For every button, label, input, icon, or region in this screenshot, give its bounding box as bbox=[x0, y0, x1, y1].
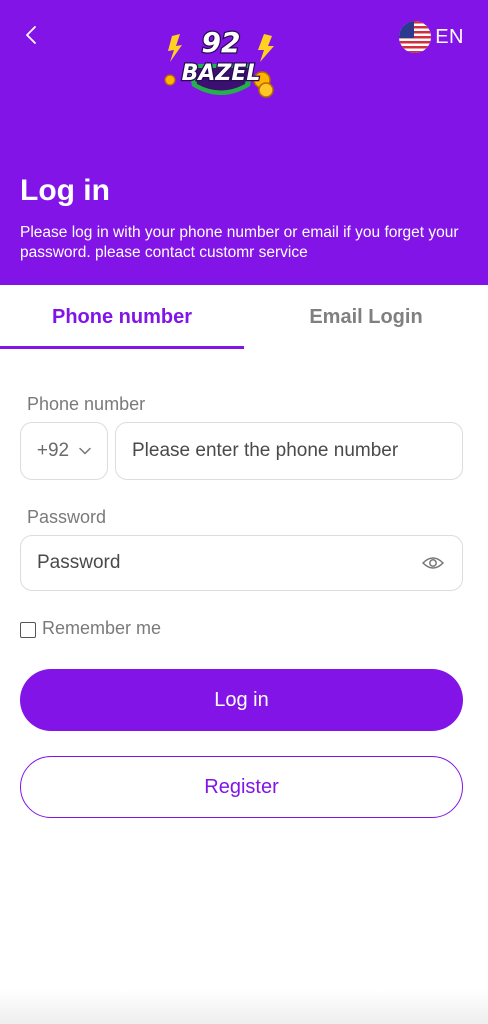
register-button[interactable]: Register bbox=[20, 756, 463, 818]
logo-text-bottom: BAZEL bbox=[182, 61, 261, 86]
chevron-left-icon bbox=[26, 26, 36, 44]
logo-text-top: 92 bbox=[202, 26, 241, 59]
logo: 92 BAZEL bbox=[160, 24, 282, 104]
us-flag-icon bbox=[399, 21, 432, 53]
remember-me-checkbox[interactable] bbox=[20, 622, 36, 638]
password-input[interactable] bbox=[20, 535, 463, 591]
bottom-bar bbox=[0, 990, 488, 1024]
page-title: Log in bbox=[20, 174, 110, 207]
password-label: Password bbox=[27, 507, 107, 527]
country-code-select[interactable]: +92 bbox=[20, 422, 108, 480]
tab-email-login[interactable]: Email Login bbox=[244, 285, 488, 349]
login-tabs: Phone number Email Login bbox=[0, 285, 488, 349]
remember-me-label: Remember me bbox=[42, 617, 162, 638]
remember-me: Remember me bbox=[20, 616, 161, 640]
header: 92 BAZEL EN Log in Please log in with yo… bbox=[0, 0, 488, 285]
language-code: EN bbox=[435, 25, 464, 48]
back-button[interactable] bbox=[18, 22, 44, 48]
language-selector[interactable]: EN bbox=[399, 20, 464, 54]
eye-icon bbox=[422, 557, 444, 569]
phone-number-label: Phone number bbox=[27, 394, 146, 414]
country-code-value: +92 bbox=[36, 440, 70, 461]
page-description: Please log in with your phone number or … bbox=[20, 224, 459, 261]
tab-phone-number[interactable]: Phone number bbox=[0, 285, 244, 349]
password-visibility-toggle[interactable] bbox=[420, 551, 446, 575]
chevron-down-icon bbox=[79, 447, 91, 455]
login-button[interactable]: Log in bbox=[20, 669, 463, 731]
phone-input[interactable] bbox=[115, 422, 463, 480]
